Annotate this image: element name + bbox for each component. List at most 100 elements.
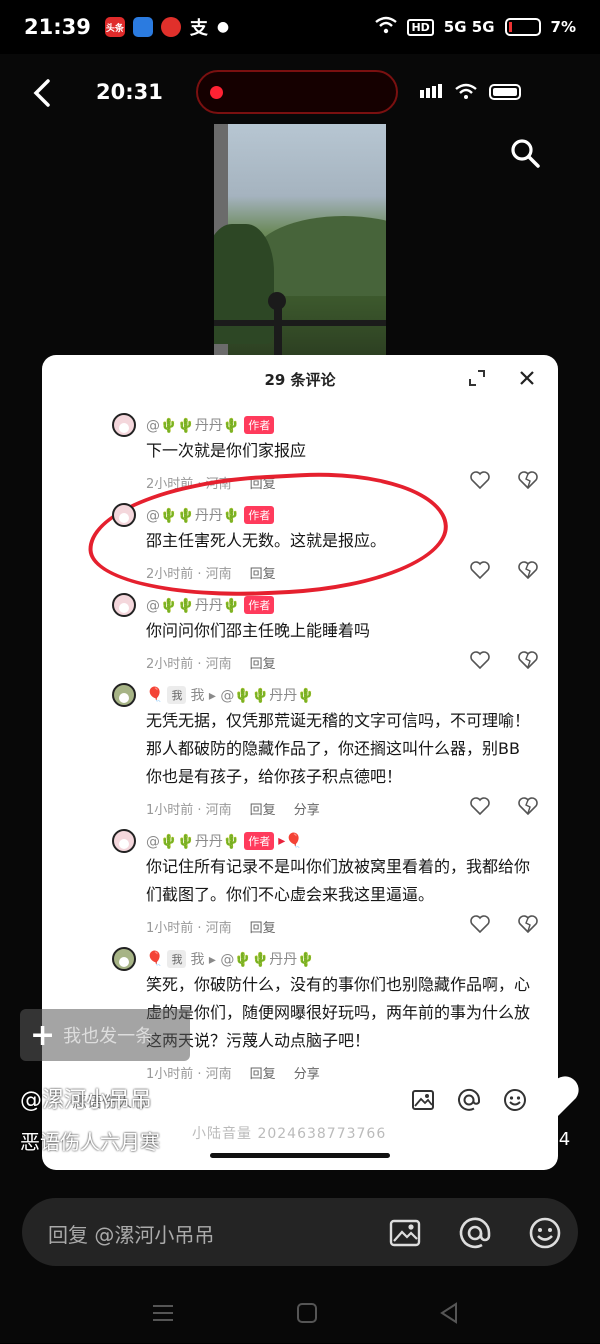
inner-signal-icons	[420, 82, 530, 106]
comment-time: 1小时前 · 河南	[146, 803, 232, 818]
comment-meta: 1小时前 · 河南 回复	[146, 917, 276, 936]
hd-icon: HD	[407, 18, 434, 36]
avatar[interactable]	[112, 829, 136, 853]
comment-text: 你记住所有记录不是叫你们放被窝里看着的，我都给你们截图了。你们不心虚会来我这里逼…	[146, 857, 531, 904]
video-caption: 恶语伤人六月寒	[20, 1130, 160, 1154]
battery-icon	[504, 18, 541, 36]
share-button[interactable]: 分享	[294, 1063, 320, 1082]
avatar[interactable]	[112, 413, 136, 437]
balloon-icon: ▸🎈	[278, 833, 303, 849]
comment-header: @🌵🌵丹丹🌵 作者	[146, 505, 275, 525]
toutiao-app-icon: 头条	[104, 17, 125, 37]
avatar[interactable]	[112, 683, 136, 707]
video-author[interactable]: @漯河小吊吊	[20, 1082, 152, 1114]
watermark-text: 小陆音量 2024638773766	[192, 1126, 387, 1142]
expand-icon[interactable]	[466, 367, 488, 389]
inner-status-bar: 20:31	[0, 68, 600, 118]
me-badge: 我	[167, 950, 187, 968]
emoji-icon[interactable]	[528, 1216, 562, 1250]
alipay-icon: 支	[189, 18, 208, 39]
image-icon[interactable]	[388, 1216, 422, 1250]
comment-meta: 1小时前 · 河南 回复 分享	[146, 1063, 320, 1082]
status-time: 21:39	[24, 15, 91, 39]
reply-placeholder: 回复 @漯河小吊吊	[48, 1223, 215, 1247]
avatar[interactable]	[112, 947, 136, 971]
mention-icon[interactable]	[458, 1216, 492, 1250]
reply-input-bar[interactable]: 回复 @漯河小吊吊	[22, 1198, 578, 1266]
video-frame[interactable]	[214, 124, 386, 364]
reply-button[interactable]: 回复	[250, 1063, 276, 1082]
comment-meta: 2小时前 · 河南 回复	[146, 653, 276, 672]
comment-meta: 2小时前 · 河南 回复	[146, 563, 276, 582]
comment-header: @🌵🌵丹丹🌵 作者	[146, 415, 275, 435]
search-icon[interactable]	[508, 136, 542, 170]
comment-header: 🎈 我 我 ▸ @🌵🌵丹丹🌵	[146, 685, 315, 705]
comment-text: 无凭无据，仅凭那荒诞无稽的文字可信吗，不可理喻！那人都破防的隐藏作品了，你还搁这…	[146, 711, 531, 786]
inner-time: 20:31	[96, 80, 163, 104]
dislike-heart-icon[interactable]	[518, 561, 538, 580]
balloon-icon: 🎈	[146, 951, 164, 967]
status-bar: 21:39 头条 支 ● HD 5G 5G 7%	[0, 0, 600, 54]
home-icon[interactable]	[294, 1300, 320, 1326]
back-icon[interactable]	[436, 1300, 462, 1326]
like-count: 264	[535, 1129, 571, 1150]
like-heart-icon[interactable]	[470, 797, 490, 816]
comment-user[interactable]: @🌵🌵丹丹🌵	[146, 595, 240, 615]
back-arrow-icon[interactable]	[30, 78, 56, 108]
comment-time: 1小时前 · 河南	[146, 921, 232, 936]
record-app-icon	[160, 17, 181, 37]
like-heart-icon[interactable]	[470, 651, 490, 670]
avatar[interactable]	[112, 593, 136, 617]
reply-button[interactable]: 回复	[250, 653, 276, 672]
close-icon[interactable]	[516, 367, 538, 389]
like-heart-icon[interactable]	[528, 1074, 580, 1122]
notification-dot-icon: ●	[216, 19, 230, 35]
comment-time: 2小时前 · 河南	[146, 567, 232, 582]
mention-icon[interactable]	[456, 1087, 482, 1113]
post-too-label: 我也发一条	[63, 1026, 154, 1047]
like-heart-icon[interactable]	[470, 471, 490, 490]
plus-icon: +	[30, 1017, 56, 1053]
record-dot-icon	[210, 86, 223, 99]
system-nav-bar	[0, 1284, 600, 1344]
signal-icon: 5G 5G	[443, 18, 495, 36]
comment-user[interactable]: @🌵🌵丹丹🌵	[146, 831, 240, 851]
reply-button[interactable]: 回复	[250, 917, 276, 936]
comment-time: 1小时前 · 河南	[146, 1067, 232, 1082]
dislike-heart-icon[interactable]	[518, 915, 538, 934]
comment-time: 2小时前 · 河南	[146, 657, 232, 672]
share-button[interactable]: 分享	[294, 799, 320, 818]
comment-header: @🌵🌵丹丹🌵 作者 ▸🎈	[146, 831, 303, 851]
comment-meta: 1小时前 · 河南 回复 分享	[146, 799, 320, 818]
comment-header: 🎈 我 我 ▸ @🌵🌵丹丹🌵	[146, 949, 315, 969]
like-heart-icon[interactable]	[470, 915, 490, 934]
comment-user[interactable]: @🌵🌵丹丹🌵	[146, 505, 240, 525]
reply-button[interactable]: 回复	[250, 799, 276, 818]
author-badge: 作者	[244, 832, 275, 850]
reply-button[interactable]: 回复	[250, 563, 276, 582]
screen-record-pill[interactable]	[196, 70, 398, 114]
dislike-heart-icon[interactable]	[518, 651, 538, 670]
author-badge: 作者	[244, 596, 275, 614]
image-icon[interactable]	[410, 1087, 436, 1113]
dislike-heart-icon[interactable]	[518, 797, 538, 816]
comment-text: 邵主任害死人无数。这就是报应。	[146, 531, 387, 550]
comment-header: @🌵🌵丹丹🌵 作者	[146, 595, 275, 615]
comment-text: 笑死，你破防什么，没有的事你们也别隐藏作品啊，心虚的是你们，随便网曝很好玩吗，两…	[146, 975, 531, 1050]
recorded-screen: 20:31 29 条评论 @🌵🌵丹丹🌵 作者 下一次就是你们家报应 2小时前 ·…	[0, 54, 600, 1343]
emoji-icon[interactable]	[502, 1087, 528, 1113]
comment-user[interactable]: 我 ▸ @🌵🌵丹丹🌵	[190, 685, 314, 705]
comment-text: 你问问你们邵主任晚上能睡着吗	[146, 621, 371, 640]
like-heart-icon[interactable]	[470, 561, 490, 580]
home-indicator	[210, 1153, 390, 1158]
me-badge: 我	[167, 686, 187, 704]
comment-user[interactable]: @🌵🌵丹丹🌵	[146, 415, 240, 435]
author-badge: 作者	[244, 416, 275, 434]
app-icon	[132, 17, 153, 37]
comment-text: 下一次就是你们家报应	[146, 441, 307, 460]
menu-icon[interactable]	[150, 1300, 176, 1326]
comment-user[interactable]: 我 ▸ @🌵🌵丹丹🌵	[190, 949, 314, 969]
avatar[interactable]	[112, 503, 136, 527]
post-too-button[interactable]: + 我也发一条	[20, 1009, 190, 1061]
dislike-heart-icon[interactable]	[518, 471, 538, 490]
